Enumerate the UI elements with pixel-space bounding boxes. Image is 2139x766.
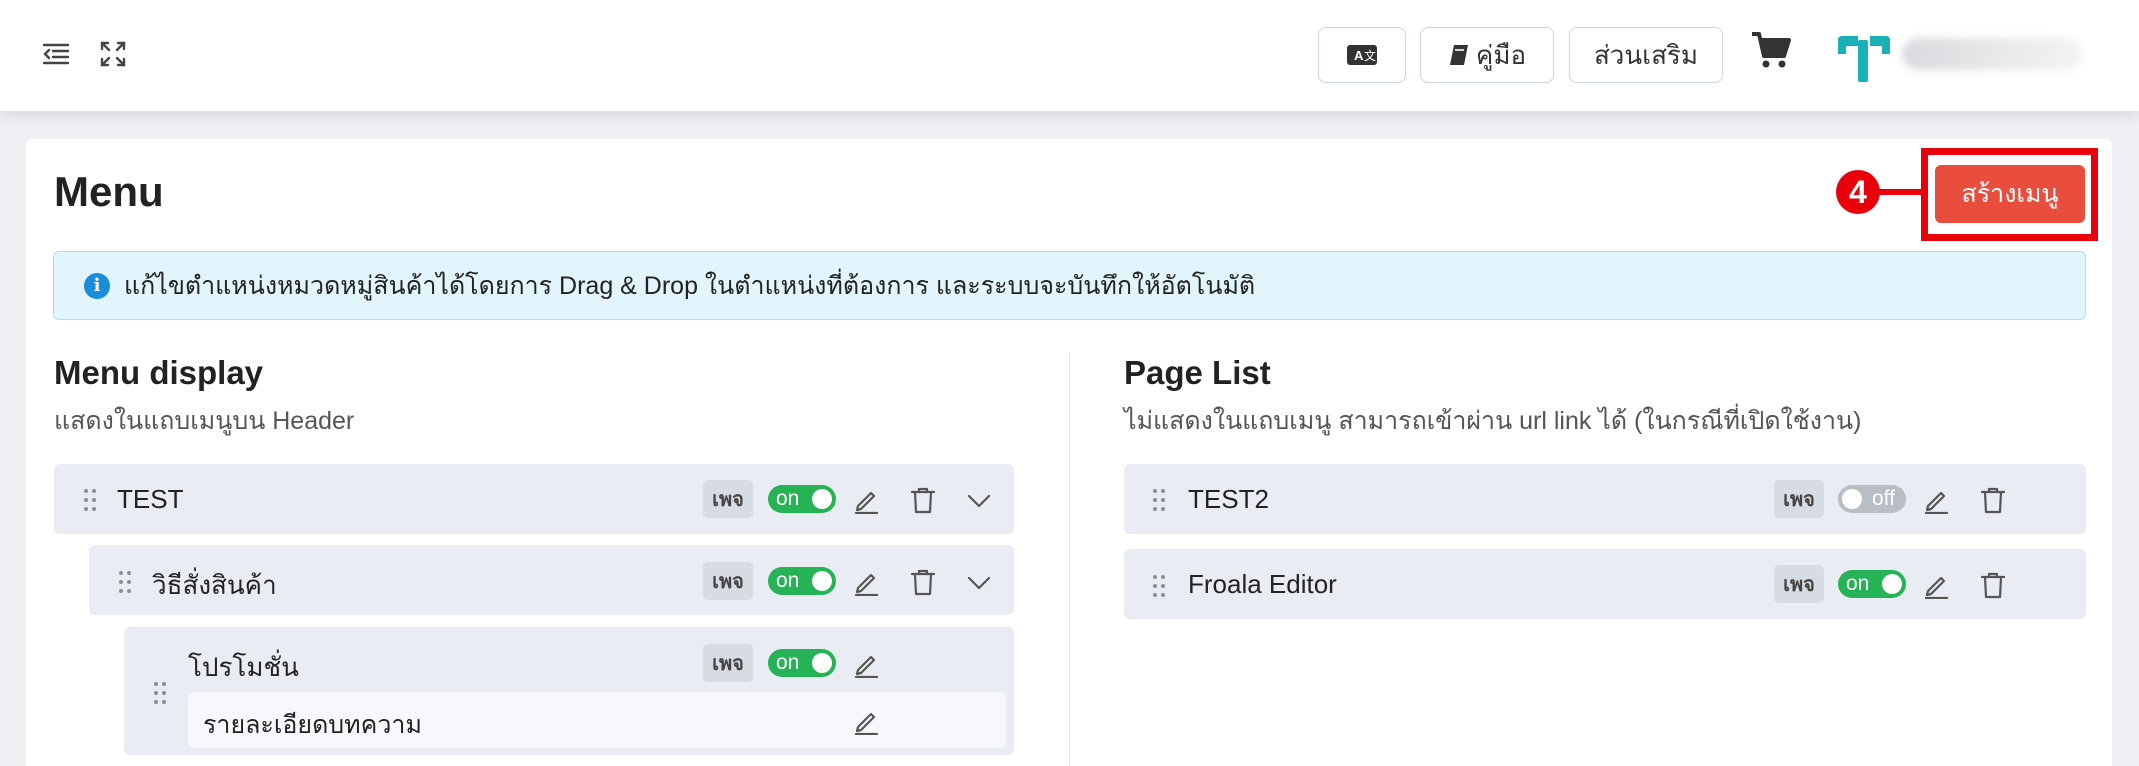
- menu-item-label: โปรโมชั่น: [188, 652, 299, 682]
- visibility-toggle[interactable]: on: [1838, 570, 1906, 598]
- visibility-toggle[interactable]: on: [768, 649, 836, 677]
- edit-icon[interactable]: [852, 568, 880, 596]
- menu-display-subtitle: แสดงในแถบเมนูบน Header: [54, 407, 355, 435]
- menu-display-title: Menu display: [54, 354, 264, 391]
- manual-label: คู่มือ: [1475, 39, 1527, 70]
- svg-text:文: 文: [1364, 48, 1376, 63]
- page-item-label: Froala Editor: [1188, 569, 1337, 599]
- toggle-label: on: [776, 487, 800, 510]
- top-bar: A 文 คู่มือ ส่วนเสริม: [0, 0, 2139, 111]
- cart-icon[interactable]: [1750, 30, 1792, 70]
- trash-icon[interactable]: [1979, 486, 2007, 514]
- trash-icon[interactable]: [909, 486, 937, 514]
- page-list-subtitle: ไม่แสดงในแถบเมนู สามารถเข้าผ่าน url link…: [1124, 407, 1862, 435]
- svg-text:A: A: [1354, 48, 1364, 63]
- user-profile[interactable]: [1902, 38, 2082, 70]
- edit-icon[interactable]: [852, 650, 880, 678]
- drag-handle-icon[interactable]: [152, 680, 168, 706]
- fullscreen-icon[interactable]: [97, 38, 129, 70]
- book-icon: [1449, 45, 1468, 65]
- chevron-down-icon[interactable]: [965, 486, 993, 514]
- create-menu-button[interactable]: สร้างเมนู: [1935, 165, 2085, 223]
- menu-item-label: วิธีสั่งสินค้า: [152, 570, 277, 600]
- toggle-label: on: [776, 651, 800, 674]
- page-title: Menu: [54, 168, 164, 215]
- edit-icon[interactable]: [1922, 486, 1950, 514]
- column-divider: [1069, 352, 1070, 766]
- page-type-badge: เพจ: [1774, 480, 1824, 518]
- brand-logo: [1838, 36, 1890, 82]
- visibility-toggle[interactable]: on: [768, 485, 836, 513]
- toggle-label: off: [1872, 487, 1895, 510]
- page-type-badge: เพจ: [1774, 565, 1824, 603]
- toggle-label: on: [1846, 572, 1870, 595]
- translate-button[interactable]: A 文: [1318, 27, 1406, 83]
- drag-handle-icon[interactable]: [117, 569, 133, 595]
- page-type-badge: เพจ: [703, 644, 753, 682]
- edit-icon[interactable]: [852, 707, 880, 735]
- drag-handle-icon[interactable]: [1151, 573, 1167, 599]
- menu-item-label: TEST: [117, 484, 184, 514]
- edit-icon[interactable]: [1922, 571, 1950, 599]
- drag-handle-icon[interactable]: [82, 487, 98, 513]
- page-list-title: Page List: [1124, 354, 1271, 391]
- page-type-badge: เพจ: [703, 480, 753, 518]
- trash-icon[interactable]: [909, 568, 937, 596]
- page-item-label: TEST2: [1188, 484, 1269, 514]
- annotation-connector: [1876, 189, 1924, 195]
- chevron-down-icon[interactable]: [965, 568, 993, 596]
- edit-icon[interactable]: [852, 486, 880, 514]
- collapse-sidebar-icon[interactable]: [40, 38, 72, 70]
- manual-button[interactable]: คู่มือ: [1420, 27, 1554, 83]
- drag-handle-icon[interactable]: [1151, 487, 1167, 513]
- info-icon: i: [84, 272, 110, 299]
- sub-item-label: รายละเอียดบทความ: [203, 711, 422, 739]
- page-type-badge: เพจ: [703, 562, 753, 600]
- trash-icon[interactable]: [1979, 571, 2007, 599]
- translate-icon: A 文: [1347, 45, 1377, 65]
- visibility-toggle[interactable]: off: [1838, 485, 1906, 513]
- addons-button[interactable]: ส่วนเสริม: [1569, 27, 1723, 83]
- annotation-marker: 4: [1836, 170, 1880, 214]
- addons-label: ส่วนเสริม: [1593, 39, 1699, 70]
- info-alert: i แก้ไขตำแหน่งหมวดหมู่สินค้าได้โดยการ Dr…: [53, 251, 2086, 320]
- visibility-toggle[interactable]: on: [768, 567, 836, 595]
- alert-text: แก้ไขตำแหน่งหมวดหมู่สินค้าได้โดยการ Drag…: [124, 271, 1256, 300]
- toggle-label: on: [776, 569, 800, 592]
